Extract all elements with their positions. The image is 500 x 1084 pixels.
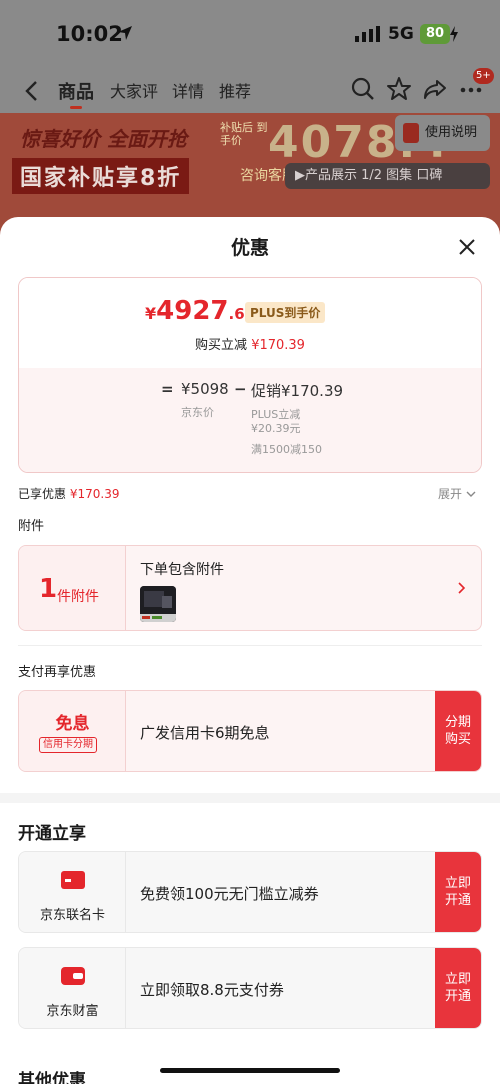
search-icon[interactable] — [350, 76, 376, 102]
accessory-count-label: 件附件 — [57, 589, 99, 605]
promo-amount: 促销¥170.39 — [251, 382, 344, 400]
accessory-count: 1 — [39, 574, 58, 604]
price-integer: 4927 — [156, 296, 229, 326]
price-formula-area: = ¥5098 − 促销¥170.39 京东价 PLUS立减 ¥20.39元 满… — [19, 368, 481, 472]
jd-co-card-offer: 京东联名卡 免费领100元无门槛立减券 立即开通 — [18, 851, 482, 933]
installment-tag-panel: 免息 信用卡分期 — [19, 691, 126, 771]
manual-label: 使用说明 — [425, 125, 478, 140]
divider — [18, 645, 482, 646]
installment-buy-button[interactable]: 分期购买 — [435, 691, 481, 771]
home-indicator[interactable] — [160, 1068, 340, 1073]
accessories-section-label: 附件 — [18, 519, 45, 534]
open-enjoy-heading: 开通立享 — [18, 824, 86, 844]
product-nav-bar: 商品 大家评 详情 推荐 5+ — [0, 68, 500, 110]
price-formula: = ¥5098 − 促销¥170.39 — [19, 378, 481, 402]
accessory-count-panel: 1 件附件 — [19, 546, 126, 630]
chevron-right-icon — [458, 582, 466, 594]
tab-recommend[interactable]: 推荐 — [219, 78, 251, 102]
promo-headline: 惊喜好价 全面开抢 — [20, 127, 187, 151]
jd-finance-open-label: 立即开通 — [444, 972, 471, 1004]
promo-price-hint: 补贴后 到手价 — [220, 121, 268, 147]
jd-co-card-desc: 免费领100元无门槛立减券 — [140, 885, 319, 903]
plus-price-tag: PLUS到手价 — [245, 302, 326, 323]
jd-finance-desc: 立即领取8.8元支付券 — [140, 981, 284, 999]
other-offers-heading: 其他优惠 — [18, 1071, 86, 1084]
document-icon — [403, 123, 419, 143]
share-icon[interactable] — [422, 76, 448, 102]
jd-co-card-open-label: 立即开通 — [444, 876, 471, 908]
price-card-top: ¥4927.61 PLUS到手价 购买立减 ¥170.39 — [19, 278, 481, 368]
sheet-title: 优惠 — [230, 237, 269, 259]
accessory-image-icon — [140, 586, 176, 622]
jd-finance-panel: 京东财富 — [19, 948, 126, 1028]
jd-co-card-open-button[interactable]: 立即开通 — [435, 852, 481, 932]
battery-indicator: 80 — [420, 24, 450, 44]
price-breakdown-card: ¥4927.61 PLUS到手价 购买立减 ¥170.39 = ¥5098 − … — [18, 277, 482, 473]
accessory-card[interactable]: 1 件附件 下单包含附件 — [18, 545, 482, 631]
instant-reduce: 购买立减 ¥170.39 — [19, 334, 481, 353]
installment-buy-label: 分期购买 — [444, 715, 471, 747]
formula-equals: = — [161, 380, 174, 398]
promo-detail-plus-amount: ¥20.39元 — [251, 422, 301, 435]
accessory-title: 下单包含附件 — [140, 562, 224, 578]
enjoyed-discount: 已享优惠 ¥170.39 — [18, 485, 119, 502]
jd-finance-name: 京东财富 — [46, 1004, 99, 1019]
promo-detail-full-reduce: 满1500减150 — [251, 443, 322, 456]
enjoyed-amount: ¥170.39 — [69, 487, 120, 501]
jd-co-card-panel: 京东联名卡 — [19, 852, 126, 932]
promo-banner: 惊喜好价 全面开抢 国家补贴享8折 补贴后 到手价 4078.4 咨询客服 使用… — [0, 113, 500, 200]
message-badge: 5+ — [473, 68, 494, 84]
credit-card-icon — [61, 871, 85, 889]
expand-label: 展开 — [438, 487, 463, 501]
formula-minus: − — [234, 380, 247, 398]
credit-installment-tag: 信用卡分期 — [39, 737, 97, 753]
promo-subsidy: 国家补贴享8折 — [12, 158, 190, 194]
installment-card: 免息 信用卡分期 广发信用卡6期免息 分期购买 — [18, 690, 482, 772]
jd-price: ¥5098 — [181, 380, 229, 398]
jd-co-card-name: 京东联名卡 — [39, 908, 105, 923]
discount-sheet: 优惠 ¥4927.61 PLUS到手价 购买立减 ¥170.39 = ¥5098… — [0, 217, 500, 1084]
status-bar: 10:02 5G 80 — [0, 0, 500, 66]
enjoyed-label: 已享优惠 — [18, 487, 67, 501]
accessory-thumbnail — [140, 586, 176, 622]
charging-icon — [450, 26, 458, 42]
payment-section-label: 支付再享优惠 — [18, 665, 97, 680]
tab-details[interactable]: 详情 — [172, 78, 204, 102]
jd-finance-open-button[interactable]: 立即开通 — [435, 948, 481, 1028]
manual-button[interactable]: 使用说明 — [395, 115, 490, 151]
tab-underline — [70, 106, 82, 109]
back-arrow-icon[interactable] — [24, 80, 38, 102]
status-time: 10:02 — [56, 22, 123, 46]
gallery-switcher[interactable]: ▶产品展示 1/2 图集 口碑 — [285, 163, 490, 189]
interest-free-tag: 免息 — [55, 714, 90, 734]
location-arrow-icon — [118, 26, 132, 40]
expand-toggle[interactable]: 展开 — [438, 485, 476, 502]
final-price: ¥4927.61 — [145, 296, 255, 326]
price-currency: ¥ — [145, 304, 157, 323]
network-type: 5G — [388, 24, 414, 44]
jd-price-label: 京东价 — [181, 406, 214, 419]
installment-desc: 广发信用卡6期免息 — [140, 724, 270, 742]
instant-reduce-label: 购买立减 — [195, 338, 248, 353]
chevron-down-icon — [466, 491, 476, 497]
wallet-icon — [61, 967, 85, 985]
signal-icon — [355, 26, 380, 42]
tab-reviews[interactable]: 大家评 — [110, 78, 158, 102]
jd-finance-offer: 京东财富 立即领取8.8元支付券 立即开通 — [18, 947, 482, 1029]
star-favorite-icon[interactable] — [386, 76, 412, 102]
section-separator — [0, 793, 500, 803]
close-icon[interactable] — [455, 235, 479, 259]
tab-product[interactable]: 商品 — [58, 78, 94, 104]
instant-reduce-amount: ¥170.39 — [251, 338, 305, 353]
